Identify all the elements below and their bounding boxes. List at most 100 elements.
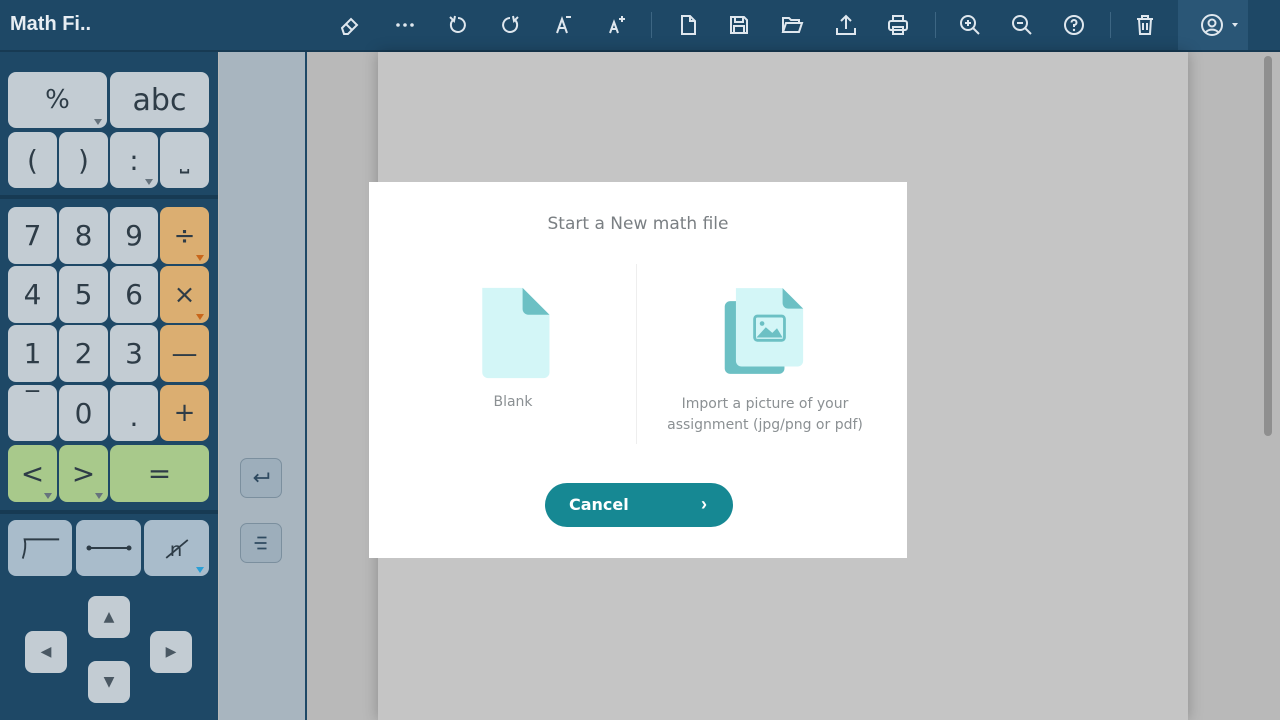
new-file-button[interactable] bbox=[671, 8, 705, 42]
dialog-title: Start a New math file bbox=[547, 214, 729, 234]
help-button[interactable] bbox=[1057, 8, 1091, 42]
toolbar-divider bbox=[1110, 12, 1111, 38]
key-greater-than[interactable]: > bbox=[59, 445, 108, 502]
key-divide[interactable]: ÷ bbox=[160, 207, 209, 264]
blank-file-icon bbox=[482, 287, 550, 379]
zoom-out-icon bbox=[1012, 15, 1032, 35]
chevron-down-icon bbox=[1232, 23, 1238, 27]
chevron-down-icon bbox=[196, 567, 204, 573]
key-close-paren[interactable]: ) bbox=[59, 132, 108, 188]
key-space[interactable]: ⎵ bbox=[160, 132, 209, 188]
zoom-in-icon bbox=[960, 15, 980, 35]
cancel-label: Cancel bbox=[569, 495, 629, 514]
long-division-key[interactable] bbox=[8, 520, 72, 576]
key-9[interactable]: 9 bbox=[110, 207, 158, 264]
arrow-left-icon: ◀ bbox=[40, 644, 52, 660]
font-decrease-button[interactable] bbox=[546, 8, 580, 42]
delete-button[interactable] bbox=[1128, 8, 1162, 42]
import-label-line2: assignment (jpg/png or pdf) bbox=[667, 417, 863, 433]
chevron-down-icon bbox=[196, 314, 204, 320]
help-icon bbox=[1064, 15, 1084, 35]
arrow-up-key[interactable]: ▲ bbox=[88, 596, 130, 638]
chevron-right-icon: › bbox=[701, 494, 707, 514]
key-1[interactable]: 1 bbox=[8, 325, 57, 382]
key-7[interactable]: 7 bbox=[8, 207, 57, 264]
line-segment-key[interactable] bbox=[76, 520, 141, 576]
keypad-divider bbox=[0, 195, 218, 199]
toolbar-divider bbox=[935, 12, 936, 38]
open-folder-icon bbox=[781, 17, 804, 33]
undo-button[interactable] bbox=[441, 8, 475, 42]
key-minus[interactable]: — bbox=[160, 325, 209, 382]
user-menu-button[interactable] bbox=[1178, 0, 1248, 50]
blank-label: Blank bbox=[493, 394, 533, 410]
blank-option[interactable]: Blank bbox=[465, 280, 565, 420]
print-button[interactable] bbox=[881, 8, 915, 42]
key-decimal[interactable]: . bbox=[110, 385, 158, 441]
arrow-right-key[interactable]: ▶ bbox=[150, 631, 192, 673]
key-plus[interactable]: + bbox=[160, 385, 209, 441]
key-3[interactable]: 3 bbox=[110, 325, 158, 382]
eraser-icon bbox=[340, 17, 359, 35]
chevron-down-icon bbox=[44, 493, 52, 499]
import-picture-option[interactable]: Import a picture of your assignment (jpg… bbox=[665, 280, 865, 440]
top-toolbar: Math Fi.. bbox=[0, 0, 1280, 52]
cancel-button[interactable]: Cancel › bbox=[545, 483, 733, 527]
upload-button[interactable] bbox=[829, 8, 863, 42]
user-icon bbox=[1201, 14, 1223, 36]
chevron-down-icon bbox=[196, 255, 204, 261]
key-colon[interactable]: : bbox=[110, 132, 158, 188]
cancel-out-key[interactable]: n bbox=[144, 520, 209, 576]
chevron-down-icon bbox=[95, 493, 103, 499]
zoom-out-button[interactable] bbox=[1005, 8, 1039, 42]
key-8[interactable]: 8 bbox=[59, 207, 108, 264]
key-abc[interactable]: abc bbox=[110, 72, 209, 128]
undo-icon bbox=[449, 15, 466, 33]
align-button[interactable] bbox=[240, 523, 282, 563]
print-icon bbox=[888, 15, 908, 35]
key-negative[interactable]: ‾ bbox=[8, 385, 57, 441]
more-button[interactable] bbox=[388, 8, 422, 42]
key-4[interactable]: 4 bbox=[8, 266, 57, 323]
key-0[interactable]: 0 bbox=[59, 385, 108, 441]
keypad-divider bbox=[0, 510, 218, 514]
redo-button[interactable] bbox=[493, 8, 527, 42]
key-5[interactable]: 5 bbox=[59, 266, 108, 323]
arrow-up-icon: ▲ bbox=[103, 609, 115, 625]
new-file-icon bbox=[681, 15, 696, 35]
key-equals[interactable]: = bbox=[110, 445, 209, 502]
math-keypad: % abc ( ) : ⎵ 7 8 9 ÷ 4 5 6 × 1 2 3 — ‾ … bbox=[0, 52, 218, 720]
import-label-line1: Import a picture of your bbox=[681, 396, 849, 412]
font-increase-button[interactable] bbox=[599, 8, 633, 42]
enter-button[interactable] bbox=[240, 458, 282, 498]
cross-out-icon: n bbox=[165, 538, 188, 561]
chevron-down-icon bbox=[94, 119, 102, 125]
zoom-in-button[interactable] bbox=[953, 8, 987, 42]
font-increase-icon bbox=[609, 16, 625, 34]
more-icon bbox=[396, 23, 414, 27]
arrow-right-icon: ▶ bbox=[165, 644, 177, 660]
key-2[interactable]: 2 bbox=[59, 325, 108, 382]
key-less-than[interactable]: < bbox=[8, 445, 57, 502]
eraser-button[interactable] bbox=[333, 8, 367, 42]
save-button[interactable] bbox=[722, 8, 756, 42]
line-segment-icon bbox=[86, 545, 131, 551]
key-percent[interactable]: % bbox=[8, 72, 107, 128]
side-tools-panel bbox=[219, 52, 307, 720]
arrow-left-key[interactable]: ◀ bbox=[25, 631, 67, 673]
toolbar-divider bbox=[651, 12, 652, 38]
key-6[interactable]: 6 bbox=[110, 266, 158, 323]
redo-icon bbox=[502, 15, 519, 33]
chevron-down-icon bbox=[145, 179, 153, 185]
long-division-icon bbox=[21, 538, 60, 559]
new-file-dialog: Start a New math file Blank Import a pic… bbox=[369, 182, 907, 558]
vertical-scrollbar[interactable] bbox=[1264, 56, 1272, 436]
trash-icon bbox=[1137, 15, 1153, 35]
arrow-down-key[interactable]: ▼ bbox=[88, 661, 130, 703]
app-title: Math Fi.. bbox=[10, 13, 92, 35]
upload-icon bbox=[836, 14, 856, 35]
key-open-paren[interactable]: ( bbox=[8, 132, 57, 188]
key-multiply[interactable]: × bbox=[160, 266, 209, 323]
open-folder-button[interactable] bbox=[775, 8, 809, 42]
enter-icon bbox=[253, 472, 270, 483]
